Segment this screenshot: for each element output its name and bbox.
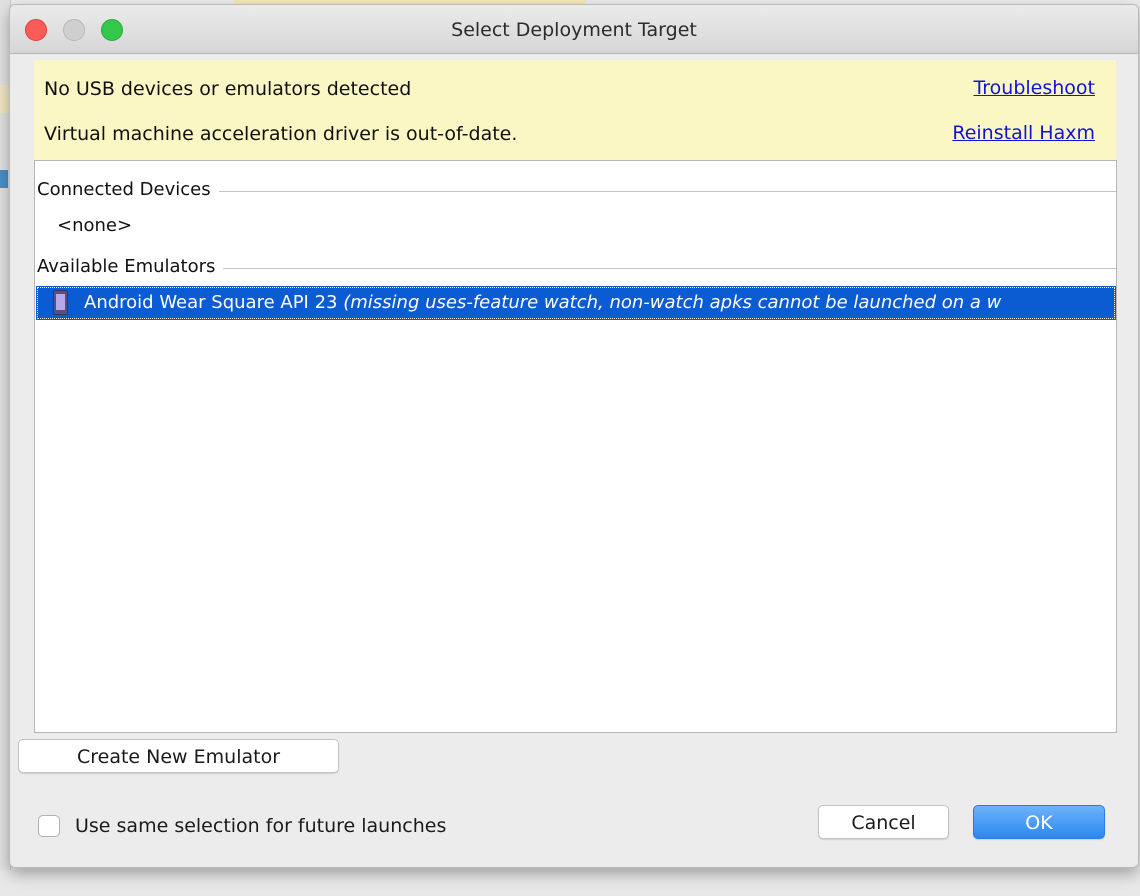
troubleshoot-link[interactable]: Troubleshoot xyxy=(973,77,1095,99)
banner-row: No USB devices or emulators detected Tro… xyxy=(34,72,1116,112)
connected-devices-header: Connected Devices xyxy=(37,175,1116,205)
ide-tool-window-icon xyxy=(0,170,8,188)
available-emulators-header: Available Emulators xyxy=(37,252,1116,282)
ide-gutter-marker xyxy=(0,85,10,113)
emulator-label: Android Wear Square API 23 (missing uses… xyxy=(84,286,1001,320)
ok-button[interactable]: OK xyxy=(973,805,1105,839)
deployment-target-dialog: Select Deployment Target No USB devices … xyxy=(10,5,1138,867)
title-bar[interactable]: Select Deployment Target xyxy=(10,5,1138,54)
device-list[interactable]: Connected Devices <none> Available Emula… xyxy=(34,160,1117,733)
watch-device-icon xyxy=(53,290,68,315)
cancel-button[interactable]: Cancel xyxy=(818,805,949,839)
warning-banner: No USB devices or emulators detected Tro… xyxy=(34,60,1116,160)
no-devices-message: No USB devices or emulators detected xyxy=(44,78,412,100)
connected-devices-label: Connected Devices xyxy=(37,175,219,205)
same-selection-checkbox[interactable] xyxy=(38,815,60,837)
emulator-row-android-wear-square[interactable]: Android Wear Square API 23 (missing uses… xyxy=(36,286,1116,320)
no-connected-devices: <none> xyxy=(57,215,133,236)
banner-row: Virtual machine acceleration driver is o… xyxy=(34,117,1116,157)
ide-status-area xyxy=(0,870,1140,896)
emulator-name: Android Wear Square API 23 xyxy=(84,292,338,313)
window-title: Select Deployment Target xyxy=(451,19,697,41)
haxm-outdated-message: Virtual machine acceleration driver is o… xyxy=(44,123,518,145)
create-new-emulator-button[interactable]: Create New Emulator xyxy=(18,739,339,773)
emulator-warning-note: (missing uses-feature watch, non-watch a… xyxy=(343,292,1002,313)
reinstall-haxm-link[interactable]: Reinstall Haxm xyxy=(952,122,1095,144)
device-screen xyxy=(56,294,65,310)
same-selection-label[interactable]: Use same selection for future launches xyxy=(75,814,446,838)
available-emulators-label: Available Emulators xyxy=(37,252,224,282)
